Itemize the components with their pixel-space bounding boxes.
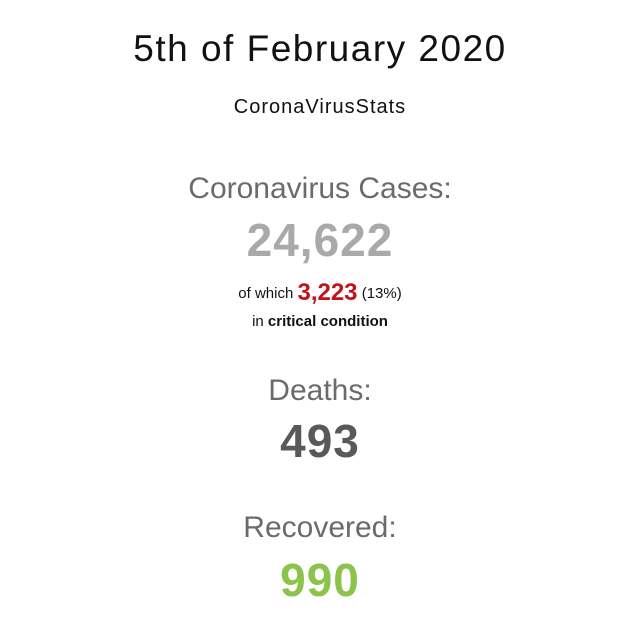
cases-count: 24,622 <box>246 214 394 266</box>
brand-name: CoronaVirusStats <box>233 96 407 118</box>
critical-percent: (13%) <box>361 285 402 302</box>
deaths-label: Deaths: <box>268 374 372 407</box>
recovered-label: Recovered: <box>243 511 397 544</box>
recovered-count: 990 <box>280 554 360 606</box>
stats-card: 5th of February 2020 CoronaVirusStats Co… <box>0 0 640 640</box>
date-title: 5th of February 2020 <box>133 28 507 69</box>
cases-label: Coronavirus Cases: <box>188 172 452 205</box>
critical-in: in <box>252 313 264 330</box>
critical-summary: of which 3,223 (13%) <box>0 279 640 307</box>
critical-prefix: of which <box>238 285 294 302</box>
critical-condition-text: critical condition <box>267 313 388 330</box>
deaths-count: 493 <box>280 415 360 467</box>
critical-count: 3,223 <box>297 279 358 306</box>
critical-condition-line: in critical condition <box>0 313 640 330</box>
